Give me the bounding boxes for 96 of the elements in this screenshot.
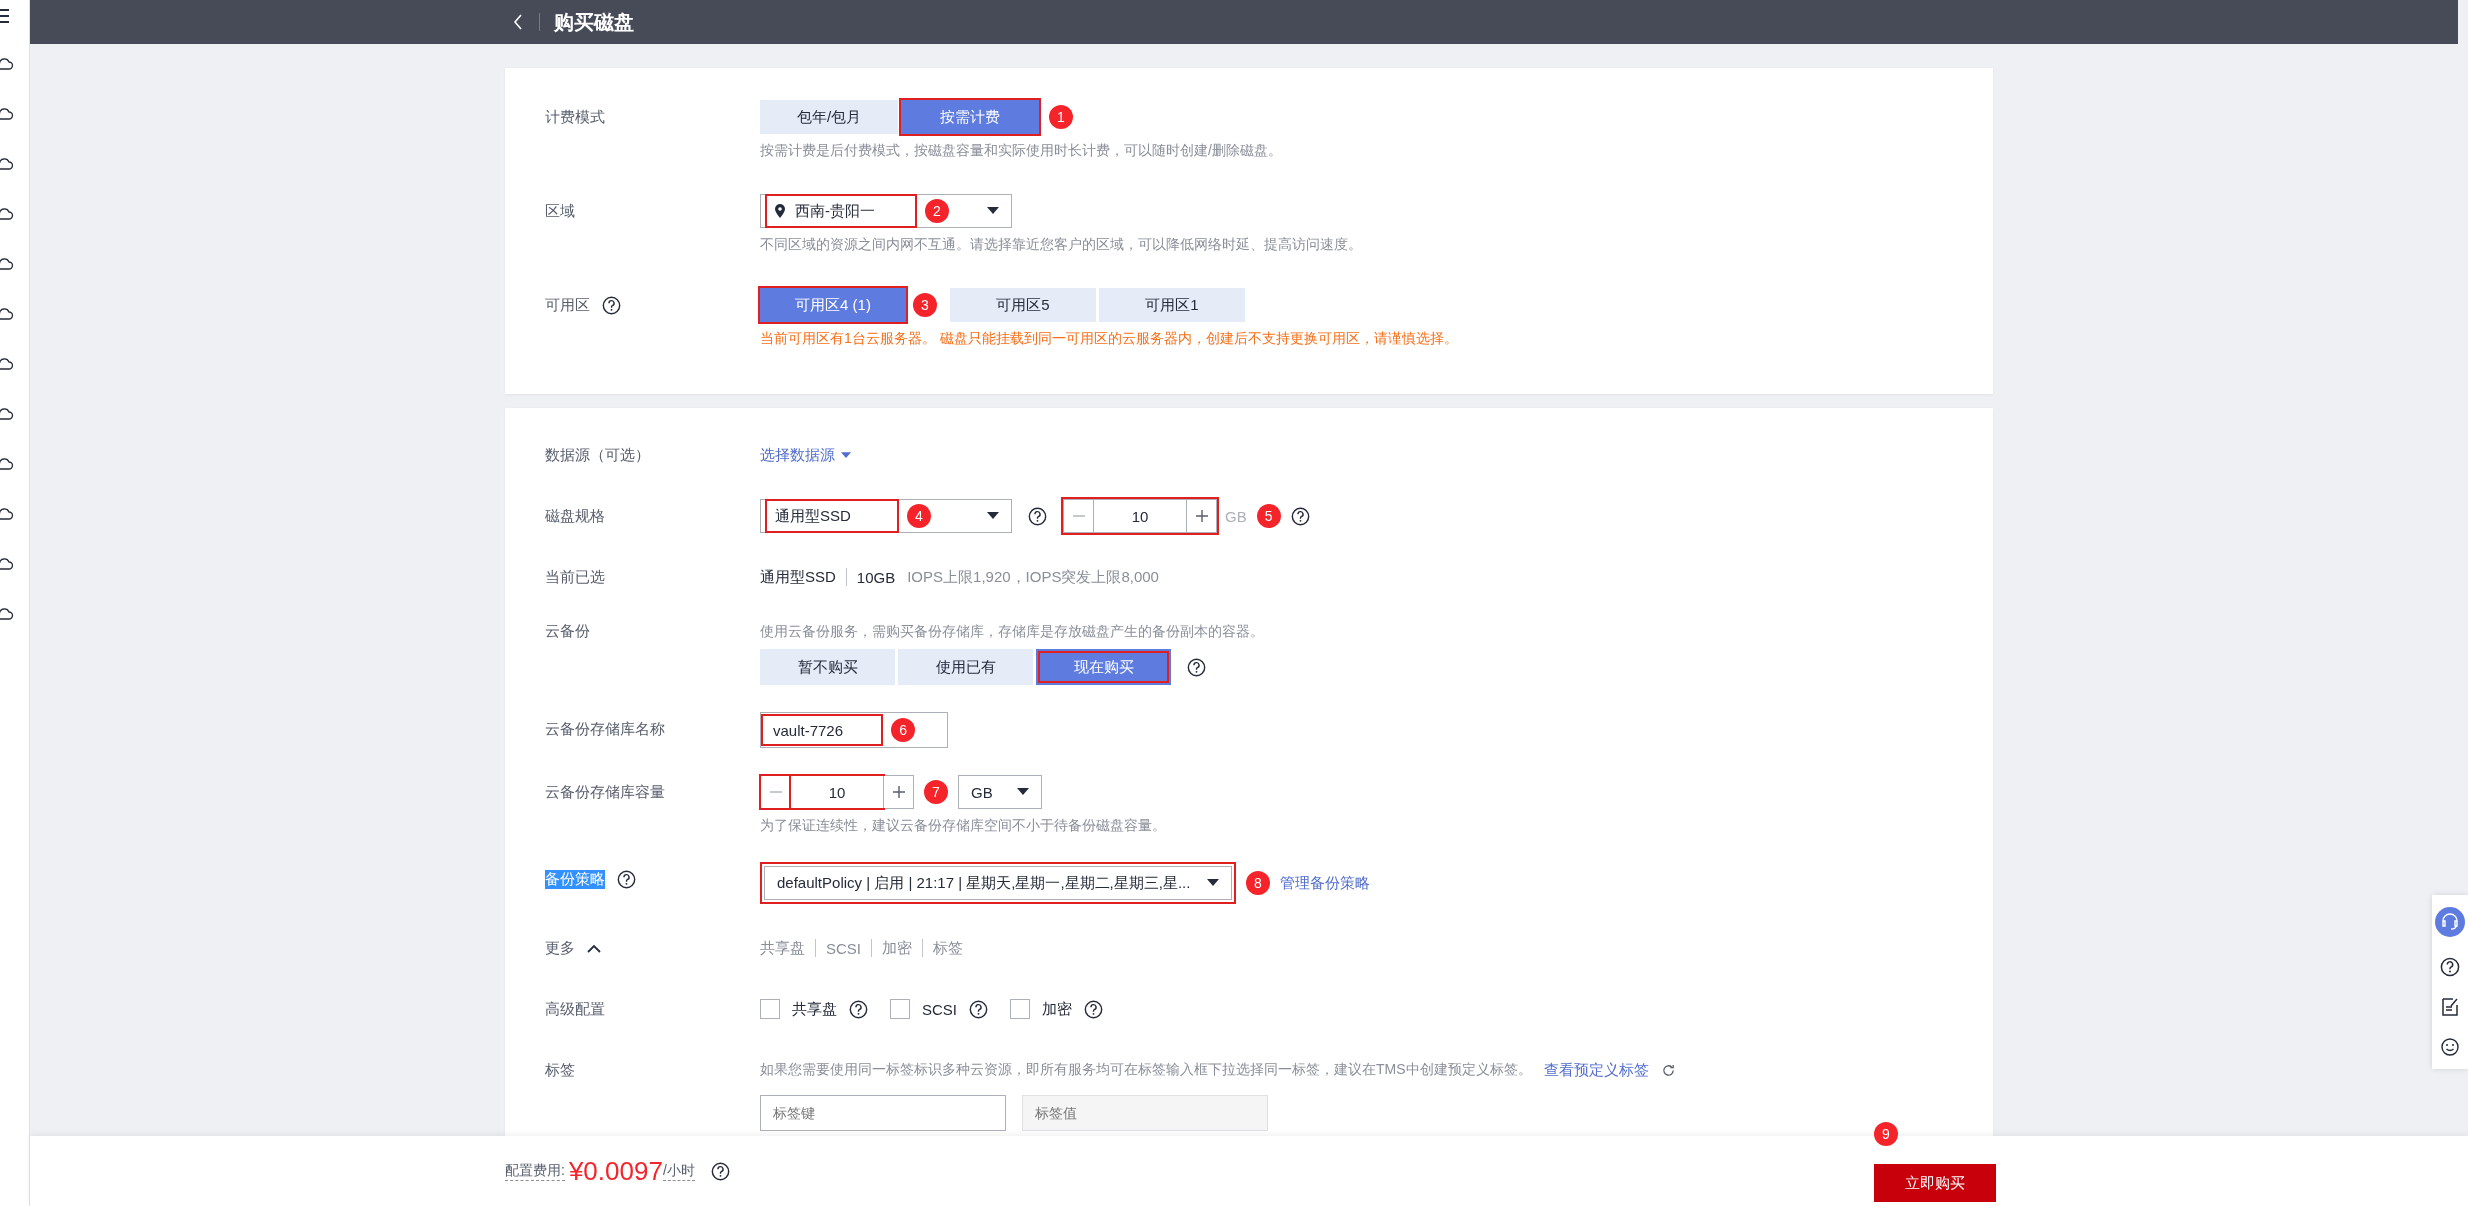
field-label: 计费模式 [545, 107, 605, 127]
checkbox[interactable] [760, 999, 780, 1019]
help-icon[interactable] [1290, 506, 1310, 526]
warning-text: 当前可用区有1台云服务器。 磁盘只能挂载到同一可用区的云服务器内，创建后不支持更换可用区，请谨慎选择。 [760, 330, 1458, 348]
manage-policy-link[interactable]: 管理备份策略 [1280, 873, 1370, 893]
help-icon[interactable] [1028, 506, 1047, 526]
hint-text: 不同区域的资源之间内网不互通。请选择靠近您客户的区域，可以降低网络时延、提高访问速度。 [760, 236, 1362, 254]
hint-text: 如果您需要使用同一标签标识多种云资源，即所有服务均可在标签输入框下拉选择同一标签，建议在TMS中创建预定义标签。 [760, 1061, 1532, 1079]
step-number-badge: 1 [1049, 105, 1073, 129]
price-unit: /小时 [662, 1161, 695, 1181]
zone-option[interactable]: 可用区4 (1) [760, 288, 906, 322]
disk-type-select[interactable]: 通用型SSD 4 [760, 499, 1012, 533]
backup-option[interactable]: 现在购买 [1036, 649, 1171, 685]
checkbox-label: 加密 [1042, 999, 1072, 1019]
refresh-icon[interactable] [1660, 1062, 1676, 1078]
chevron-up-icon[interactable] [587, 943, 601, 953]
dropdown-caret-icon [987, 207, 999, 215]
help-icon[interactable] [602, 295, 621, 315]
checkbox[interactable] [1010, 999, 1030, 1019]
field-label: 高级配置 [545, 999, 605, 1019]
field-label: 云备份存储库容量 [545, 782, 665, 802]
back-icon[interactable] [513, 14, 523, 30]
help-icon[interactable] [710, 1161, 730, 1181]
region-value: 西南-贵阳一 [795, 201, 875, 221]
disk-type-text: 通用型SSD [760, 567, 836, 587]
zone-option[interactable]: 可用区5 [950, 288, 1096, 322]
vault-name-field[interactable]: vault-7726 6 [760, 712, 948, 748]
hint-text: 按需计费是后付费模式，按磁盘容量和实际使用时长计费，可以随时创建/删除磁盘。 [760, 142, 1282, 160]
note-edit-icon[interactable] [2440, 997, 2460, 1017]
field-label: 云备份存储库名称 [545, 719, 665, 739]
summary-text: 共享盘 [760, 938, 805, 958]
dropdown-caret-icon [1207, 879, 1219, 887]
unit-select[interactable]: GB [958, 775, 1042, 809]
hint-text: 使用云备份服务，需购买备份存储库，存储库是存放磁盘产生的备份副本的容器。 [760, 622, 1264, 641]
region-select[interactable]: 西南-贵阳一 2 [760, 194, 1012, 228]
unit-text: GB [1225, 507, 1247, 525]
billing-option[interactable]: 按需计费 [901, 100, 1039, 134]
capacity-stepper[interactable]: 10 [760, 775, 914, 809]
disk-type-value: 通用型SSD [775, 506, 851, 526]
checkbox-label: 共享盘 [792, 999, 837, 1019]
smile-icon[interactable] [2440, 1037, 2460, 1057]
step-number-badge: 7 [924, 780, 948, 804]
step-number-badge: 6 [891, 718, 916, 742]
predefined-tags-link[interactable]: 查看预定义标签 [1543, 1060, 1649, 1080]
headset-icon[interactable] [2435, 907, 2465, 937]
step-number-badge: 4 [906, 504, 931, 528]
location-pin-icon [775, 204, 785, 218]
help-icon[interactable] [1187, 657, 1206, 677]
step-number-badge: 8 [1246, 871, 1270, 895]
dropdown-caret-icon [987, 512, 999, 520]
billing-option[interactable]: 包年/包月 [760, 100, 898, 134]
field-label: 可用区 [545, 295, 590, 315]
disk-size-text: 10GB [856, 568, 896, 586]
backup-option[interactable]: 暂不购买 [760, 649, 895, 685]
iops-text: IOPS上限1,920，IOPS突发上限8,000 [907, 567, 1159, 587]
backup-policy-select[interactable]: defaultPolicy | 启用 | 21:17 | 星期天,星期一,星期二,星期三,星... [764, 866, 1232, 900]
caret-icon [841, 451, 851, 459]
capacity-field[interactable]: 10 [791, 776, 883, 808]
checkbox[interactable] [890, 999, 910, 1019]
data-source-link[interactable]: 选择数据源 [760, 445, 851, 465]
page-title: 购买磁盘 [554, 9, 634, 35]
policy-value: defaultPolicy | 启用 | 21:17 | 星期天,星期一,星期二,星期三,星... [777, 873, 1191, 893]
minus-button[interactable] [761, 776, 791, 808]
field-label: 当前已选 [545, 567, 605, 587]
buy-now-button[interactable]: 立即购买 [1874, 1164, 1996, 1202]
fee-label: 配置费用: [505, 1161, 565, 1181]
step-number-badge: 5 [1256, 504, 1281, 528]
plus-icon [1194, 509, 1209, 523]
plus-icon [891, 785, 906, 799]
help-icon[interactable] [1084, 999, 1103, 1019]
field-label: 更多 [545, 938, 575, 958]
checkbox-label: SCSI [922, 1000, 957, 1018]
help-icon[interactable] [2440, 957, 2460, 977]
field-label: 区域 [545, 201, 575, 221]
help-icon[interactable] [969, 999, 988, 1019]
size-stepper[interactable]: 10 [1063, 499, 1217, 533]
field-label: 数据源（可选） [545, 445, 650, 465]
summary-text: 标签 [933, 938, 963, 958]
help-icon[interactable] [849, 999, 868, 1019]
help-icon[interactable] [617, 869, 636, 889]
dropdown-caret-icon [1017, 788, 1029, 796]
zone-option[interactable]: 可用区1 [1099, 288, 1245, 322]
price-text: ¥0.0097 [568, 1155, 663, 1187]
summary-text: SCSI [826, 939, 861, 957]
tag-key-field[interactable]: 标签键 [760, 1095, 1006, 1131]
backup-option[interactable]: 使用已有 [898, 649, 1033, 685]
field-label: 云备份 [545, 621, 590, 641]
unit-value: GB [971, 783, 993, 801]
field-label: 备份策略 [545, 869, 605, 889]
step-number-badge: 3 [913, 293, 937, 317]
summary-text: 加密 [882, 938, 912, 958]
field-label: 磁盘规格 [545, 506, 605, 526]
step-number-badge: 2 [925, 199, 949, 223]
hint-text: 为了保证连续性，建议云备份存储库空间不小于待备份磁盘容量。 [760, 817, 1166, 835]
step-number-badge: 9 [1874, 1122, 1898, 1146]
field-label: 标签 [545, 1060, 575, 1080]
